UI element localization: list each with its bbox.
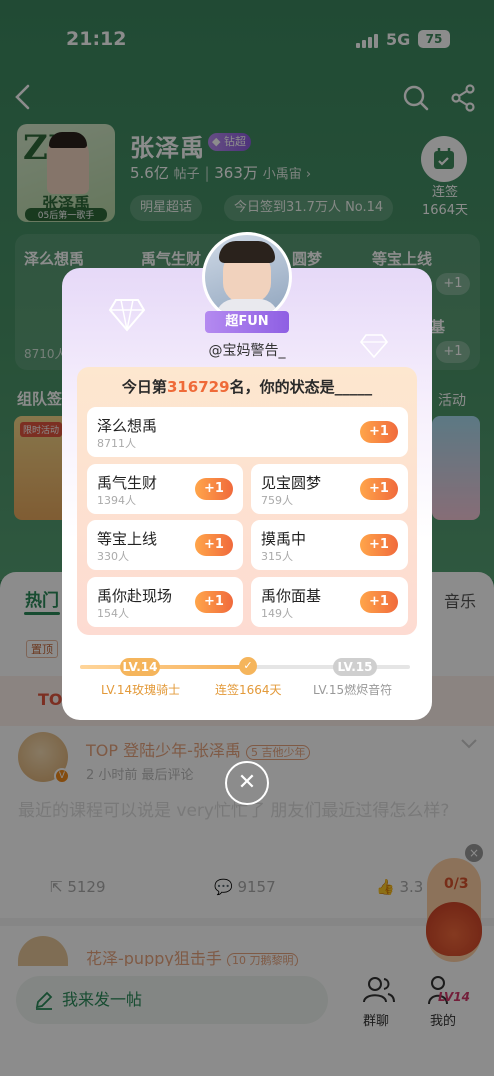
plus-one-button[interactable]: +1 (195, 478, 233, 500)
plus-one-button[interactable]: +1 (360, 478, 398, 500)
option-name: 摸禹中 (261, 530, 307, 548)
option-count: 759人 (261, 494, 293, 507)
plus-one-button[interactable]: +1 (195, 591, 233, 613)
current-level-badge: LV.14 (120, 658, 160, 676)
question-suffix: 名，你的状态是_____ (229, 378, 373, 396)
plus-one-button[interactable]: +1 (360, 421, 398, 443)
user-profile-avatar[interactable] (202, 232, 292, 322)
option-count: 330人 (97, 550, 129, 563)
option-count: 1394人 (97, 494, 136, 507)
status-option[interactable]: 摸禹中 315人 +1 (251, 520, 408, 570)
option-name: 等宝上线 (97, 530, 158, 548)
next-level-title: LV.15燃烬音符 (313, 683, 393, 697)
status-option[interactable]: 等宝上线 330人 +1 (87, 520, 243, 570)
profile-photo (205, 235, 289, 319)
option-count: 8711人 (97, 437, 136, 450)
close-modal-button[interactable]: ✕ (225, 761, 269, 805)
status-option[interactable]: 禹你面基 149人 +1 (251, 577, 408, 627)
question-prefix: 今日第 (121, 378, 167, 396)
option-name: 禹气生财 (97, 474, 158, 492)
checkin-rank: 316729 (166, 378, 230, 396)
option-name: 禹你赴现场 (97, 587, 173, 605)
plus-one-button[interactable]: +1 (195, 534, 233, 556)
option-count: 154人 (97, 607, 129, 620)
plus-one-button[interactable]: +1 (360, 591, 398, 613)
plus-one-button[interactable]: +1 (360, 534, 398, 556)
status-option[interactable]: 泽么想禹 8711人 +1 (87, 407, 408, 457)
option-name: 禹你面基 (261, 587, 322, 605)
current-level-title: LV.14玫瑰骑士 (101, 683, 181, 697)
streak-label: 连签1664天 (215, 683, 282, 697)
fun-tag: 超FUN (205, 311, 289, 333)
diamond-icon (108, 299, 146, 332)
option-name: 泽么想禹 (97, 417, 158, 435)
checkin-check-icon: ✓ (239, 657, 257, 675)
option-count: 315人 (261, 550, 293, 563)
option-name: 见宝圆梦 (261, 474, 322, 492)
quiz-question: 今日第316729名，你的状态是_____ (77, 376, 417, 397)
next-level-badge: LV.15 (333, 658, 377, 676)
level-progress-fill (80, 665, 245, 669)
option-count: 149人 (261, 607, 293, 620)
status-option[interactable]: 禹你赴现场 154人 +1 (87, 577, 243, 627)
user-handle[interactable]: @宝妈警告_ (62, 340, 432, 360)
profile-hair (219, 241, 275, 263)
status-option[interactable]: 见宝圆梦 759人 +1 (251, 464, 408, 514)
status-option[interactable]: 禹气生财 1394人 +1 (87, 464, 243, 514)
